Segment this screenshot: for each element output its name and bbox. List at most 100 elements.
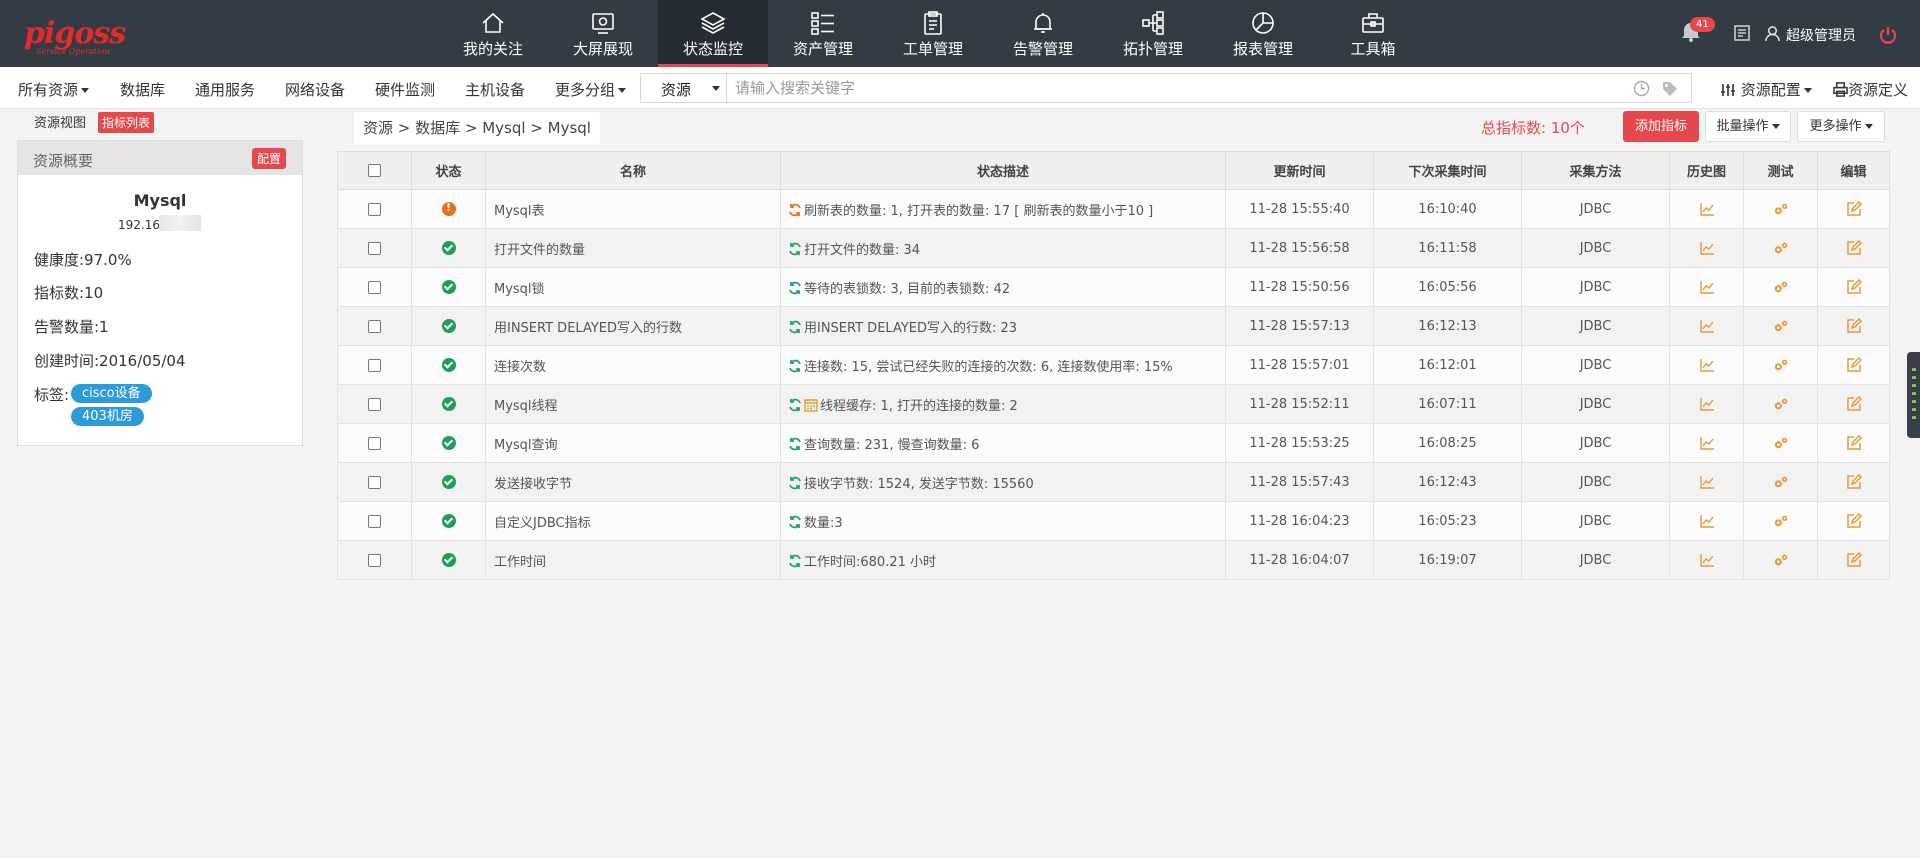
edit-icon[interactable] <box>1846 512 1862 529</box>
history-chart-icon[interactable] <box>1699 435 1715 451</box>
metric-name[interactable]: Mysql表 <box>485 189 781 229</box>
metric-name[interactable]: 工作时间 <box>485 540 781 580</box>
gear-icon[interactable] <box>1773 240 1789 256</box>
search-scope-select[interactable]: 资源 <box>641 74 727 102</box>
book-icon[interactable] <box>1733 24 1751 42</box>
column-header[interactable]: 状态描述 <box>780 151 1226 190</box>
history-chart-icon[interactable] <box>1699 396 1715 412</box>
history-clock-icon[interactable] <box>1633 80 1650 97</box>
gear-icon[interactable] <box>1773 552 1789 568</box>
row-checkbox[interactable] <box>368 397 381 411</box>
edit-icon[interactable] <box>1846 473 1862 490</box>
nav-status-monitor[interactable]: 状态监控 <box>658 0 768 67</box>
row-checkbox[interactable] <box>368 241 381 255</box>
gear-icon[interactable] <box>1773 357 1789 373</box>
table-row[interactable]: Mysql查询 查询数量: 231, 慢查询数量: 6 11-28 15:53:25… <box>337 423 1890 463</box>
logo[interactable]: pigoss Service Operation <box>24 16 164 56</box>
history-chart-icon[interactable] <box>1699 201 1715 217</box>
edit-icon[interactable] <box>1846 434 1862 451</box>
table-row[interactable]: 用INSERT DELAYED写入的行数 用INSERT DELAYED写入的行数… <box>337 306 1890 346</box>
category-database[interactable]: 数据库 <box>120 79 165 100</box>
row-checkbox[interactable] <box>368 319 381 333</box>
nav-reports[interactable]: 报表管理 <box>1208 0 1318 67</box>
gear-icon[interactable] <box>1773 201 1789 217</box>
edit-icon[interactable] <box>1846 551 1862 568</box>
history-chart-icon[interactable] <box>1699 552 1715 568</box>
history-chart-icon[interactable] <box>1699 513 1715 529</box>
metric-name[interactable]: 发送接收字节 <box>485 462 781 502</box>
nav-topology[interactable]: 拓扑管理 <box>1098 0 1208 67</box>
table-row[interactable]: 工作时间 工作时间:680.21 小时 11-28 16:04:07 16:19:07… <box>337 540 1890 580</box>
metric-name[interactable]: Mysql线程 <box>485 384 781 424</box>
search-input[interactable] <box>735 77 1535 99</box>
edit-icon[interactable] <box>1846 239 1862 256</box>
alert-count-badge[interactable]: 41 <box>1690 17 1715 32</box>
metric-name[interactable]: 连接次数 <box>485 345 781 385</box>
row-checkbox[interactable] <box>368 475 381 489</box>
more-groups-dropdown[interactable]: 更多分组 <box>555 79 627 100</box>
edit-icon[interactable] <box>1846 317 1862 334</box>
power-icon[interactable] <box>1878 25 1898 45</box>
history-chart-icon[interactable] <box>1699 279 1715 295</box>
table-row[interactable]: 发送接收字节 接收字节数: 1524, 发送字节数: 15560 11-28 15:… <box>337 462 1890 502</box>
row-checkbox[interactable] <box>368 436 381 450</box>
resource-config-dropdown[interactable]: 资源配置 <box>1720 79 1812 100</box>
tab-metric-list[interactable]: 指标列表 <box>98 112 155 133</box>
metric-name[interactable]: Mysql锁 <box>485 267 781 307</box>
edit-icon[interactable] <box>1846 278 1862 295</box>
metric-name[interactable]: 自定义JDBC指标 <box>485 501 781 541</box>
nav-work-order[interactable]: 工单管理 <box>878 0 988 67</box>
column-header[interactable]: 下次采集时间 <box>1373 151 1522 190</box>
config-button[interactable]: 配置 <box>251 148 286 169</box>
gear-icon[interactable] <box>1773 474 1789 490</box>
edit-icon[interactable] <box>1846 356 1862 373</box>
nav-my-focus[interactable]: 我的关注 <box>438 0 548 67</box>
gear-icon[interactable] <box>1773 279 1789 295</box>
column-header[interactable]: 采集方法 <box>1521 151 1670 190</box>
history-chart-icon[interactable] <box>1699 357 1715 373</box>
category-general-service[interactable]: 通用服务 <box>195 79 255 100</box>
select-all-checkbox[interactable] <box>368 164 381 177</box>
side-scroll-widget[interactable] <box>1907 352 1920 438</box>
row-checkbox[interactable] <box>368 358 381 372</box>
tag-icon[interactable] <box>1661 80 1678 97</box>
tag-chip[interactable]: cisco设备 <box>71 384 152 403</box>
history-chart-icon[interactable] <box>1699 318 1715 334</box>
column-header[interactable]: 名称 <box>485 151 781 190</box>
row-checkbox[interactable] <box>368 280 381 294</box>
more-ops-dropdown[interactable]: 更多操作 <box>1797 111 1885 142</box>
table-row[interactable]: 打开文件的数量 打开文件的数量: 34 11-28 15:56:58 16:11:58… <box>337 228 1890 268</box>
table-row[interactable]: Mysql线程 线程缓存: 1, 打开的连接的数量: 2 11-28 15:52:1… <box>337 384 1890 424</box>
add-metric-button[interactable]: 添加指标 <box>1623 111 1699 142</box>
history-chart-icon[interactable] <box>1699 474 1715 490</box>
gear-icon[interactable] <box>1773 318 1789 334</box>
metric-name[interactable]: 用INSERT DELAYED写入的行数 <box>485 306 781 346</box>
column-header[interactable]: 状态 <box>411 151 486 190</box>
edit-icon[interactable] <box>1846 200 1862 217</box>
user-icon[interactable] <box>1764 25 1781 42</box>
user-name[interactable]: 超级管理员 <box>1786 25 1856 45</box>
nav-big-screen[interactable]: 大屏展现 <box>548 0 658 67</box>
category-host-device[interactable]: 主机设备 <box>465 79 525 100</box>
metric-name[interactable]: Mysql查询 <box>485 423 781 463</box>
row-checkbox[interactable] <box>368 202 381 216</box>
gear-icon[interactable] <box>1773 435 1789 451</box>
row-checkbox[interactable] <box>368 553 381 567</box>
history-chart-icon[interactable] <box>1699 240 1715 256</box>
nav-alarm-management[interactable]: 告警管理 <box>988 0 1098 67</box>
gear-icon[interactable] <box>1773 513 1789 529</box>
table-row[interactable]: 自定义JDBC指标 数量:3 11-28 16:04:23 16:05:23 JDBC <box>337 501 1890 541</box>
table-row[interactable]: 连接次数 连接数: 15, 尝试已经失败的连接的次数: 6, 连接数使用率: 15… <box>337 345 1890 385</box>
row-checkbox[interactable] <box>368 514 381 528</box>
table-row[interactable]: Mysql表 刷新表的数量: 1, 打开表的数量: 17 [ 刷新表的数量小于10… <box>337 189 1890 229</box>
tag-chip[interactable]: 403机房 <box>71 407 144 426</box>
category-network-device[interactable]: 网络设备 <box>285 79 345 100</box>
metric-name[interactable]: 打开文件的数量 <box>485 228 781 268</box>
tab-resource-view[interactable]: 资源视图 <box>34 112 86 131</box>
table-row[interactable]: Mysql锁 等待的表锁数: 3, 目前的表锁数: 42 11-28 15:50:5… <box>337 267 1890 307</box>
nav-asset-management[interactable]: 资产管理 <box>768 0 878 67</box>
category-hardware-monitor[interactable]: 硬件监测 <box>375 79 435 100</box>
resource-define-button[interactable]: 资源定义 <box>1833 79 1908 100</box>
batch-ops-dropdown[interactable]: 批量操作 <box>1705 111 1791 142</box>
edit-icon[interactable] <box>1846 395 1862 412</box>
